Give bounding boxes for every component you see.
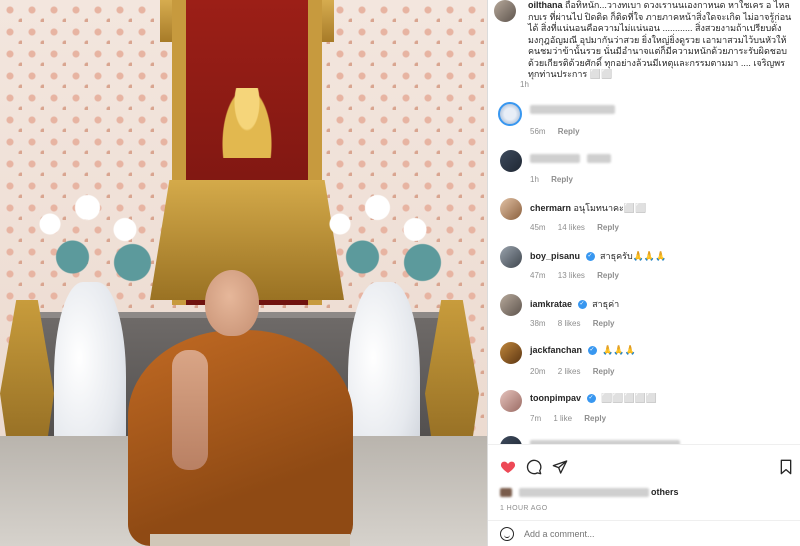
bookmark-icon[interactable] bbox=[778, 459, 794, 475]
add-comment-bar bbox=[488, 520, 800, 546]
verified-badge-icon: ✓ bbox=[586, 394, 596, 404]
comment-text: ⬜⬜⬜⬜⬜ bbox=[601, 393, 658, 403]
comment-meta: 56m Reply bbox=[530, 127, 590, 136]
comment-avatar[interactable] bbox=[500, 198, 522, 220]
comment-avatar[interactable] bbox=[500, 294, 522, 316]
caption-username[interactable]: oilthana bbox=[528, 0, 563, 10]
flower-bouquet-right bbox=[310, 180, 460, 290]
comment-avatar[interactable] bbox=[500, 150, 522, 172]
verified-badge-icon: ✓ bbox=[585, 252, 595, 262]
emoji-icon[interactable] bbox=[500, 526, 514, 541]
reply-button[interactable]: Reply bbox=[551, 175, 573, 184]
caption-meta: 1h bbox=[520, 80, 539, 89]
comments-list[interactable]: oilthana ถือทิหนัก...วางทเบา ดวงเรานนเอง… bbox=[488, 0, 800, 444]
buddha-statue bbox=[222, 88, 272, 158]
sitting-mat bbox=[150, 534, 350, 546]
comment-time: 38m bbox=[530, 319, 546, 328]
blurred-username bbox=[530, 105, 615, 115]
comment-time: 1h bbox=[530, 175, 539, 184]
comment-time: 45m bbox=[530, 223, 546, 232]
comment-text: สาธุค่า bbox=[592, 299, 620, 309]
comments-panel: oilthana ถือทิหนัก...วางทเบา ดวงเรานนเอง… bbox=[487, 0, 800, 546]
blurred-username bbox=[530, 154, 580, 164]
post-photo[interactable] bbox=[0, 0, 487, 546]
comment-icon[interactable] bbox=[526, 459, 542, 475]
monk-robe bbox=[128, 330, 353, 546]
comment-avatar[interactable] bbox=[500, 246, 522, 268]
monk-arm bbox=[172, 350, 208, 470]
comment-time: 7m bbox=[530, 414, 542, 423]
comment-text: สาธุครับ🙏🙏🙏 bbox=[600, 251, 667, 261]
comment-text: 🙏🙏🙏 bbox=[602, 345, 636, 355]
comment-avatar[interactable] bbox=[500, 390, 522, 412]
comment-username[interactable]: jackfanchan bbox=[530, 345, 582, 355]
comment-row: jackfanchan ✓ 🙏🙏🙏 bbox=[530, 345, 636, 356]
comment-row: iamkratae ✓ สาธุค่า bbox=[530, 297, 619, 311]
reply-button[interactable]: Reply bbox=[593, 367, 615, 376]
comment-meta: 38m 8 likes Reply bbox=[530, 319, 625, 328]
comment-meta: 20m 2 likes Reply bbox=[530, 367, 625, 376]
comment-time: 56m bbox=[530, 127, 546, 136]
comment-meta: 45m 14 likes Reply bbox=[530, 223, 629, 232]
comment-likes[interactable]: 14 likes bbox=[558, 223, 585, 232]
comment-likes[interactable]: 1 like bbox=[553, 414, 572, 423]
caption-avatar[interactable] bbox=[494, 0, 516, 22]
reply-button[interactable]: Reply bbox=[593, 319, 615, 328]
comment-likes[interactable]: 2 likes bbox=[558, 367, 581, 376]
comment-text: อนุโมทนาคะ⬜⬜ bbox=[573, 203, 647, 213]
comment-meta: 7m 1 like Reply bbox=[530, 414, 616, 423]
monk-head bbox=[205, 270, 259, 336]
reply-button[interactable]: Reply bbox=[597, 223, 619, 232]
reply-button[interactable]: Reply bbox=[558, 127, 580, 136]
post-actions: others 1 HOUR AGO bbox=[488, 444, 800, 546]
caption-text: ถือทิหนัก...วางทเบา ดวงเรานนเองกาหนด หาใ… bbox=[528, 0, 792, 79]
comment-username[interactable]: iamkratae bbox=[530, 299, 572, 309]
comment-row: boy_pisanu ✓ สาธุครับ🙏🙏🙏 bbox=[530, 249, 666, 263]
post-time: 1 HOUR AGO bbox=[500, 505, 548, 512]
instagram-post-window: oilthana ถือทิหนัก...วางทเบา ดวงเรานนเอง… bbox=[0, 0, 800, 546]
likes-suffix: others bbox=[651, 487, 679, 497]
comment-row bbox=[530, 104, 615, 115]
comment-likes[interactable]: 13 likes bbox=[558, 271, 585, 280]
caption: oilthana ถือทิหนัก...วางทเบา ดวงเรานนเอง… bbox=[528, 0, 796, 81]
comment-username[interactable]: chermarn bbox=[530, 203, 571, 213]
comment-avatar[interactable] bbox=[500, 436, 522, 444]
heart-icon[interactable] bbox=[500, 459, 516, 475]
comment-input[interactable] bbox=[524, 528, 744, 539]
comment-username[interactable]: toonpimpav bbox=[530, 393, 581, 403]
comment-time: 20m bbox=[530, 367, 546, 376]
flower-bouquet-left bbox=[20, 180, 170, 290]
comment-likes[interactable]: 8 likes bbox=[558, 319, 581, 328]
comment-meta: 47m 13 likes Reply bbox=[530, 271, 629, 280]
comment-meta: 1h Reply bbox=[530, 175, 583, 184]
verified-badge-icon: ✓ bbox=[587, 346, 597, 356]
liker-avatar bbox=[500, 488, 512, 498]
reply-button[interactable]: Reply bbox=[584, 414, 606, 423]
caption-time: 1h bbox=[520, 80, 529, 89]
comment-username[interactable]: boy_pisanu bbox=[530, 251, 580, 261]
comment-row bbox=[530, 153, 611, 164]
likes-summary[interactable]: others bbox=[500, 487, 679, 498]
blurred-text bbox=[586, 154, 611, 164]
comment-avatar[interactable] bbox=[498, 102, 522, 126]
comment-row: chermarn อนุโมทนาคะ⬜⬜ bbox=[530, 201, 646, 215]
share-icon[interactable] bbox=[552, 459, 568, 475]
verified-badge-icon: ✓ bbox=[577, 300, 587, 310]
reply-button[interactable]: Reply bbox=[597, 271, 619, 280]
comment-time: 47m bbox=[530, 271, 546, 280]
comment-avatar[interactable] bbox=[500, 342, 522, 364]
comment-row: toonpimpav ✓ ⬜⬜⬜⬜⬜ bbox=[530, 393, 657, 404]
blurred-liker-names bbox=[518, 488, 649, 498]
